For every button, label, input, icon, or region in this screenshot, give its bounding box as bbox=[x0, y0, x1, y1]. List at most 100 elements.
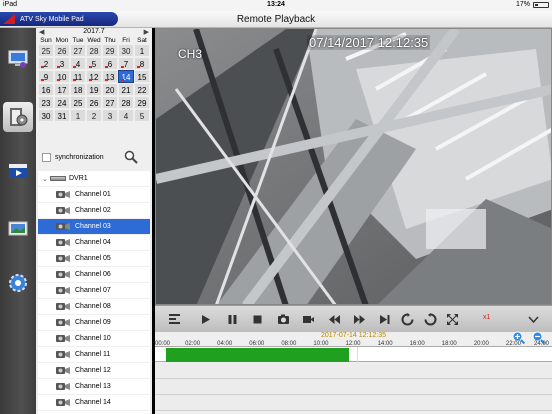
snapshot-camera-icon[interactable] bbox=[276, 312, 290, 326]
calendar-day[interactable]: 2 bbox=[86, 109, 102, 122]
calendar-day[interactable]: 27 bbox=[70, 44, 86, 57]
calendar-day[interactable]: 25 bbox=[70, 96, 86, 109]
calendar-day[interactable]: 20 bbox=[102, 83, 118, 96]
calendar-day[interactable]: 11 bbox=[70, 70, 86, 83]
calendar-day[interactable]: 12 bbox=[86, 70, 102, 83]
timeline-track[interactable] bbox=[155, 346, 552, 363]
calendar-day[interactable]: 5 bbox=[86, 57, 102, 70]
channel-label: Channel 12 bbox=[75, 367, 111, 374]
calendar-day[interactable]: 2 bbox=[38, 57, 54, 70]
calendar-day[interactable]: 16 bbox=[38, 83, 54, 96]
calendar-day[interactable]: 4 bbox=[70, 57, 86, 70]
video-channel-overlay: CH3 bbox=[178, 47, 203, 61]
calendar-day[interactable]: 22 bbox=[134, 83, 150, 96]
tree-channel-item[interactable]: Channel 05 bbox=[38, 251, 150, 267]
calendar-day[interactable]: 19 bbox=[86, 83, 102, 96]
tree-channel-item[interactable]: Channel 01 bbox=[38, 187, 150, 203]
fast-forward-button[interactable] bbox=[352, 312, 366, 326]
sync-checkbox[interactable] bbox=[42, 153, 51, 162]
rotate-right-icon[interactable] bbox=[423, 312, 437, 326]
left-panel: ◀ 2017.7 ▶ Sun Mon Tue Wed Thu Fri Sat 2… bbox=[36, 28, 152, 414]
calendar-day[interactable]: 8 bbox=[134, 57, 150, 70]
nav-playback-button[interactable] bbox=[3, 102, 33, 132]
play-button[interactable] bbox=[198, 312, 212, 326]
sync-toggle[interactable]: synchronization bbox=[42, 153, 104, 162]
dvr-icon bbox=[50, 176, 66, 181]
camera-icon bbox=[56, 399, 70, 406]
tree-channel-item[interactable]: Channel 11 bbox=[38, 347, 150, 363]
calendar-day[interactable]: 4 bbox=[118, 109, 134, 122]
calendar-day[interactable]: 31 bbox=[54, 109, 70, 122]
nav-local-playback-button[interactable] bbox=[3, 156, 33, 186]
nav-image-browser-button[interactable] bbox=[3, 214, 33, 244]
page-title: Remote Playback bbox=[236, 14, 316, 25]
timeline[interactable]: 2017-07-14 12:12:35 00:00 02:00 04:00 06:00… bbox=[155, 331, 552, 414]
stop-button[interactable] bbox=[250, 312, 264, 326]
video-player[interactable]: CH3 07/14/2017 12:12:35 bbox=[155, 28, 552, 305]
camera-icon bbox=[56, 335, 70, 342]
rotate-left-icon[interactable] bbox=[400, 312, 414, 326]
tree-channel-item[interactable]: Channel 04 bbox=[38, 235, 150, 251]
next-frame-button[interactable] bbox=[377, 312, 391, 326]
calendar-day[interactable]: 13 bbox=[102, 70, 118, 83]
calendar-day[interactable]: 17 bbox=[54, 83, 70, 96]
nav-live-view-button[interactable] bbox=[3, 44, 33, 74]
calendar-day[interactable]: 18 bbox=[70, 83, 86, 96]
record-video-icon[interactable] bbox=[301, 312, 315, 326]
chevron-down-icon[interactable]: ⌄ bbox=[42, 175, 50, 183]
tree-channel-item[interactable]: Channel 03 bbox=[38, 219, 150, 235]
tree-channel-item[interactable]: Channel 14 bbox=[38, 395, 150, 411]
chevron-down-icon[interactable] bbox=[526, 312, 540, 326]
calendar-day[interactable]: 10 bbox=[54, 70, 70, 83]
tree-channel-item[interactable]: Channel 13 bbox=[38, 379, 150, 395]
calendar-day[interactable]: 25 bbox=[38, 44, 54, 57]
fullscreen-icon[interactable] bbox=[445, 312, 459, 326]
calendar-day[interactable]: 5 bbox=[134, 109, 150, 122]
calendar-day[interactable]: 7 bbox=[118, 57, 134, 70]
calendar-day[interactable]: 9 bbox=[38, 70, 54, 83]
calendar-day[interactable]: 28 bbox=[86, 44, 102, 57]
nav-settings-button[interactable] bbox=[3, 268, 33, 298]
calendar-day[interactable]: 23 bbox=[38, 96, 54, 109]
tree-channel-item[interactable]: Channel 07 bbox=[38, 283, 150, 299]
tree-channel-item[interactable]: Channel 10 bbox=[38, 331, 150, 347]
calendar-day[interactable]: 3 bbox=[102, 109, 118, 122]
playback-speed[interactable]: x1 bbox=[483, 314, 490, 321]
camera-icon bbox=[56, 271, 70, 278]
battery-percent: 17% bbox=[515, 1, 530, 8]
calendar-day[interactable]: 15 bbox=[134, 70, 150, 83]
channel-label: Channel 04 bbox=[75, 239, 111, 246]
playlist-icon[interactable] bbox=[167, 312, 181, 326]
calendar-day[interactable]: 1 bbox=[134, 44, 150, 57]
calendar-day[interactable]: 24 bbox=[54, 96, 70, 109]
search-icon[interactable] bbox=[124, 150, 138, 164]
calendar-day[interactable]: 30 bbox=[118, 44, 134, 57]
calendar-day[interactable]: 21 bbox=[118, 83, 134, 96]
calendar-day[interactable]: 6 bbox=[102, 57, 118, 70]
tree-channel-item[interactable]: Channel 08 bbox=[38, 299, 150, 315]
tree-channel-item[interactable]: Channel 09 bbox=[38, 315, 150, 331]
calendar-day[interactable]: 3 bbox=[54, 57, 70, 70]
tree-channel-item[interactable]: Channel 06 bbox=[38, 267, 150, 283]
calendar-day[interactable]: 26 bbox=[54, 44, 70, 57]
calendar-day[interactable]: 29 bbox=[134, 96, 150, 109]
recording-segment[interactable] bbox=[165, 348, 349, 362]
calendar-day[interactable]: 14 bbox=[118, 70, 134, 83]
calendar-prev-button[interactable]: ◀ bbox=[39, 28, 44, 36]
timeline-empty-row bbox=[155, 395, 552, 411]
pause-button[interactable] bbox=[225, 312, 239, 326]
calendar-day[interactable]: 1 bbox=[70, 109, 86, 122]
rewind-button[interactable] bbox=[327, 312, 341, 326]
timeline-cursor[interactable] bbox=[356, 347, 358, 363]
calendar-next-button[interactable]: ▶ bbox=[144, 28, 149, 36]
calendar-day[interactable]: 30 bbox=[38, 109, 54, 122]
video-frame-image bbox=[156, 29, 551, 304]
calendar-day[interactable]: 27 bbox=[102, 96, 118, 109]
tree-dvr-node[interactable]: ⌄ DVR1 bbox=[38, 171, 150, 187]
calendar-month: 2017.7 bbox=[83, 28, 105, 35]
calendar-day[interactable]: 28 bbox=[118, 96, 134, 109]
calendar-day[interactable]: 29 bbox=[102, 44, 118, 57]
calendar-day[interactable]: 26 bbox=[86, 96, 102, 109]
tree-channel-item[interactable]: Channel 02 bbox=[38, 203, 150, 219]
tree-channel-item[interactable]: Channel 12 bbox=[38, 363, 150, 379]
